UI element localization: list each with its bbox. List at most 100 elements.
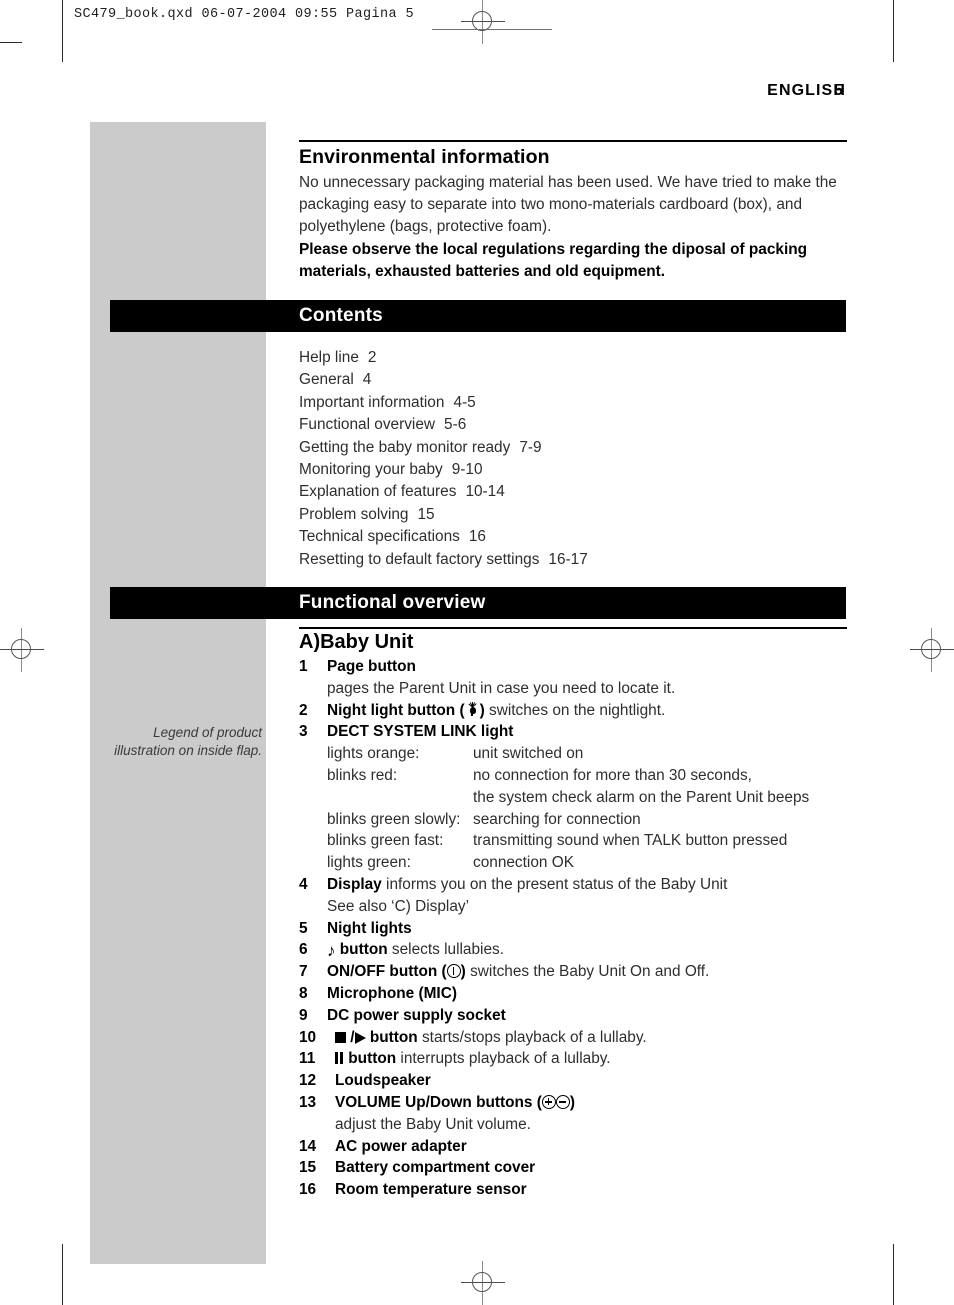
toc-entry-pages: 16: [468, 528, 486, 546]
feature-item-13: 13 VOLUME Up/Down buttons (): [299, 1092, 855, 1114]
feature-description: starts/stops playback of a lullaby.: [417, 1028, 647, 1046]
dect-state: [327, 787, 473, 809]
contents-band: Contents: [110, 300, 846, 332]
feature-number: 5: [299, 919, 308, 937]
toc-entry[interactable]: Monitoring your baby 9-10: [299, 459, 847, 481]
plus-vertical: [547, 1098, 550, 1106]
stop-icon: [335, 1031, 346, 1043]
toc-entry-title: Technical specifications: [299, 528, 460, 546]
feature-description: informs you on the present status of the…: [381, 875, 728, 893]
feature-number: 16: [299, 1181, 317, 1199]
feature-item-12: 12 Loudspeaker: [299, 1070, 855, 1092]
feature-description: selects lullabies.: [387, 941, 504, 959]
environmental-paragraph: No unnecessary packaging material has be…: [299, 174, 837, 236]
feature-number: 2: [299, 701, 308, 719]
toc-entry-title: Monitoring your baby: [299, 461, 443, 479]
environmental-section: Environmental information No unnecessary…: [299, 146, 847, 283]
bulb-stem: [471, 711, 474, 716]
feature-number: 13: [299, 1093, 317, 1111]
environmental-heading: Environmental information: [299, 146, 550, 168]
dect-state-row: blinks red: no connection for more than 3…: [327, 765, 855, 787]
toc-entry[interactable]: Explanation of features 10-14: [299, 481, 847, 503]
legend-note: Legend of product illustration on inside…: [90, 724, 266, 760]
feature-number: 10: [299, 1028, 317, 1046]
feature-item-14: 14 AC power adapter: [299, 1136, 855, 1158]
feature-label-prefix: VOLUME Up/Down buttons (: [335, 1093, 542, 1111]
toc-entry-pages: 2: [367, 349, 377, 366]
feature-item-9: 9 DC power supply socket: [299, 1005, 855, 1027]
toc-entry[interactable]: Help line 2: [299, 347, 847, 369]
toc-entry-pages: 4-5: [453, 393, 476, 411]
feature-number: 7: [299, 963, 308, 981]
feature-number: 6: [299, 941, 308, 959]
dect-state: lights orange:: [327, 745, 420, 763]
feature-label: Battery compartment cover: [335, 1159, 536, 1177]
volume-down-icon: [555, 1094, 570, 1109]
toc-entry[interactable]: General 4: [299, 369, 847, 391]
feature-label-prefix: ON/OFF button (: [327, 963, 447, 981]
toc-entry-title: Important information: [299, 393, 445, 411]
dect-meaning: unit switched on: [473, 745, 584, 763]
environmental-bold-note: Please observe the local regulations reg…: [299, 240, 808, 280]
feature-label-suffix: ): [569, 1093, 576, 1111]
dect-state-row: blinks green fast: transmitting sound whe…: [327, 830, 855, 852]
feature-description: See also ‘C) Display’: [327, 897, 469, 915]
minus-horizontal: [558, 1100, 567, 1103]
feature-description: adjust the Baby Unit volume.: [335, 1115, 531, 1133]
crop-line-left-bottom: [62, 1244, 63, 1305]
toc-entry[interactable]: Resetting to default factory settings 16-…: [299, 549, 847, 571]
music-note-icon: ♪: [327, 941, 336, 961]
feature-description: switches on the nightlight.: [484, 701, 666, 719]
baby-unit-subsection-title: A)Baby Unit: [299, 631, 414, 653]
feature-item-2: 2 Night light button () switches on the n…: [299, 700, 855, 722]
toc-entry[interactable]: Important information 4-5: [299, 392, 847, 414]
crop-line-right-top: [893, 0, 894, 62]
section-rule-environmental: [299, 140, 847, 142]
legend-line-1: Legend of product: [153, 725, 262, 740]
toc-entry-pages: 10-14: [465, 483, 505, 501]
registration-mark-top: [461, 0, 505, 44]
dect-state: blinks green slowly:: [327, 810, 461, 828]
feature-number: 9: [299, 1006, 308, 1024]
feature-description: pages the Parent Unit in case you need t…: [327, 679, 676, 697]
feature-label-end: button: [365, 1028, 418, 1046]
toc-entry-pages: 9-10: [451, 461, 483, 479]
registration-mark-bottom: [461, 1261, 505, 1305]
toc-entry[interactable]: Functional overview 5-6: [299, 414, 847, 436]
feature-number: 1: [299, 658, 308, 675]
toc-entry-pages: 5-6: [444, 416, 467, 434]
volume-up-icon: [541, 1094, 556, 1109]
feature-item-7: 7 ON/OFF button () switches the Baby Unit…: [299, 961, 855, 983]
toc-entry[interactable]: Problem solving 15: [299, 504, 847, 526]
feature-label: DC power supply socket: [327, 1006, 506, 1024]
feature-item-5: 5 Night lights: [299, 918, 855, 940]
feature-label: Microphone (MIC): [327, 984, 457, 1002]
slug-underline: [432, 29, 552, 30]
dect-meaning: the system check alarm on the Parent Uni…: [473, 788, 810, 806]
feature-label: Display: [327, 875, 382, 893]
play-icon: [354, 1031, 366, 1044]
feature-label: Night lights: [327, 919, 412, 937]
toc-entry-title: Problem solving: [299, 505, 409, 523]
gray-sidebar-panel: [90, 122, 266, 1264]
feature-item-16: 16 Room temperature sensor: [299, 1179, 855, 1201]
crop-line-right-bottom: [893, 1244, 894, 1305]
feature-label: Page button: [327, 658, 416, 675]
feature-label: Loudspeaker: [335, 1072, 431, 1090]
feature-description: interrupts playback of a lullaby.: [396, 1050, 611, 1068]
functional-overview-band: Functional overview: [110, 587, 846, 619]
functional-overview-band-title: Functional overview: [299, 592, 486, 613]
registration-ring: [472, 11, 492, 31]
toc-entry[interactable]: Getting the baby monitor ready 7-9: [299, 437, 847, 459]
toc-entry[interactable]: Technical specifications 16: [299, 526, 847, 548]
dect-state: blinks red:: [327, 766, 398, 784]
feature-label: AC power adapter: [335, 1137, 467, 1155]
dect-state-row: lights green: connection OK: [327, 852, 855, 874]
feature-label-mid: /: [346, 1028, 355, 1046]
feature-item-8: 8 Microphone (MIC): [299, 983, 855, 1005]
dect-meaning: searching for connection: [473, 810, 641, 828]
table-of-contents: Help line 2 General 4 Important informatio…: [299, 347, 847, 571]
toc-entry-pages: 15: [417, 505, 435, 523]
toc-entry-pages: 16-17: [548, 550, 588, 568]
feature-item-13-description: adjust the Baby Unit volume.: [299, 1114, 855, 1136]
